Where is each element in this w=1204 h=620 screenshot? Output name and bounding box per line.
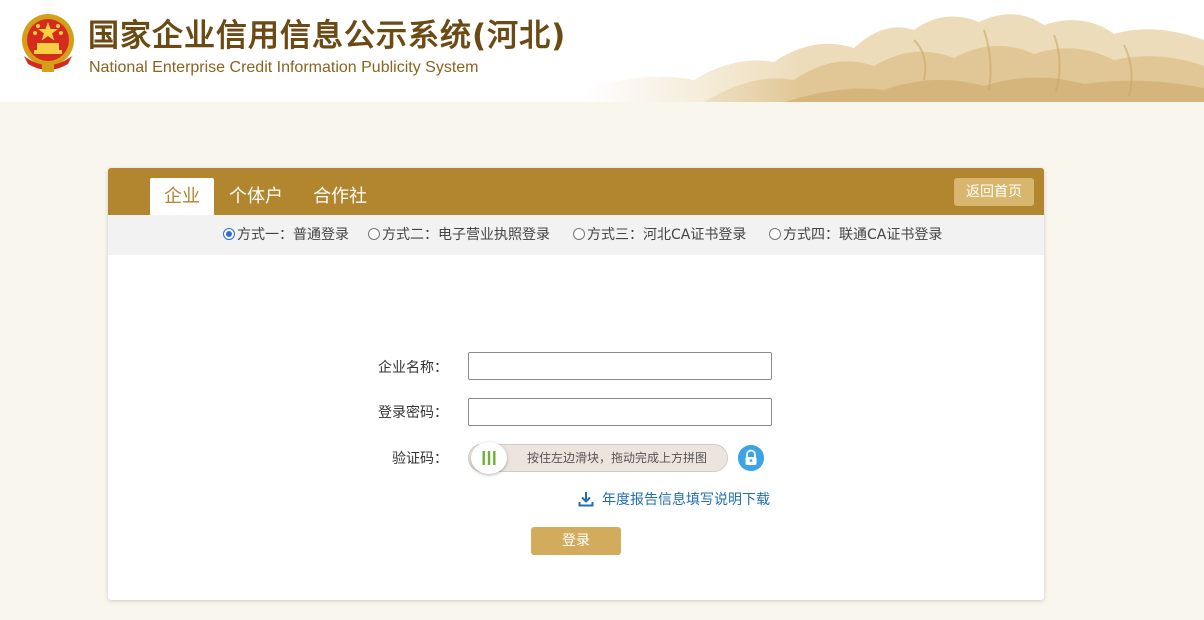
login-method-label: 方式三：河北CA证书登录 [587, 227, 747, 243]
radio-icon[interactable] [368, 228, 380, 240]
login-method-unicom-ca[interactable]: 方式四：联通CA证书登录 [769, 226, 942, 244]
lock-icon[interactable] [738, 445, 764, 471]
site-subtitle: National Enterprise Credit Information P… [89, 59, 479, 76]
company-name-label: 企业名称： [378, 360, 448, 376]
radio-icon[interactable] [573, 228, 585, 240]
login-method-label: 方式二：电子营业执照登录 [382, 227, 550, 243]
login-method-label: 方式一：普通登录 [237, 227, 349, 243]
national-emblem-icon [22, 14, 74, 72]
site-title: 国家企业信用信息公示系统(河北) [88, 18, 567, 54]
download-link-label: 年度报告信息填写说明下载 [602, 492, 770, 508]
captcha-slider-hint: 按住左边滑块，拖动完成上方拼图 [527, 451, 708, 465]
captcha-slider-handle[interactable] [471, 442, 507, 474]
captcha-slider-track[interactable]: 按住左边滑块，拖动完成上方拼图 [468, 442, 728, 474]
company-name-input[interactable] [468, 352, 772, 380]
tab-individual[interactable]: 个体户 [222, 178, 290, 215]
tab-cooperative[interactable]: 合作社 [306, 178, 374, 215]
mountain-landscape-image [584, 0, 1204, 102]
login-button[interactable]: 登录 [531, 527, 621, 555]
radio-icon[interactable] [769, 228, 781, 240]
login-method-group: 方式一：普通登录 方式二：电子营业执照登录 方式三：河北CA证书登录 方式四：联… [108, 215, 1044, 255]
back-home-button[interactable]: 返回首页 [954, 178, 1034, 206]
entity-type-tabbar: 企业 个体户 合作社 返回首页 [108, 168, 1044, 215]
slider-grip-icon [482, 451, 496, 465]
password-input[interactable] [468, 398, 772, 426]
tab-enterprise[interactable]: 企业 [150, 178, 214, 215]
download-icon [578, 492, 594, 507]
annual-report-guide-download-link[interactable]: 年度报告信息填写说明下载 [578, 490, 770, 510]
radio-icon[interactable] [223, 228, 235, 240]
login-method-label: 方式四：联通CA证书登录 [783, 227, 943, 243]
login-panel: 企业 个体户 合作社 返回首页 方式一：普通登录 方式二：电子营业执照登录 方式… [108, 168, 1044, 600]
password-label: 登录密码： [378, 405, 448, 421]
captcha-label: 验证码： [392, 451, 448, 467]
login-method-e-license[interactable]: 方式二：电子营业执照登录 [368, 226, 550, 244]
site-header: 国家企业信用信息公示系统(河北) National Enterprise Cre… [0, 0, 1204, 102]
login-method-hebei-ca[interactable]: 方式三：河北CA证书登录 [573, 226, 746, 244]
login-method-standard[interactable]: 方式一：普通登录 [223, 226, 349, 244]
